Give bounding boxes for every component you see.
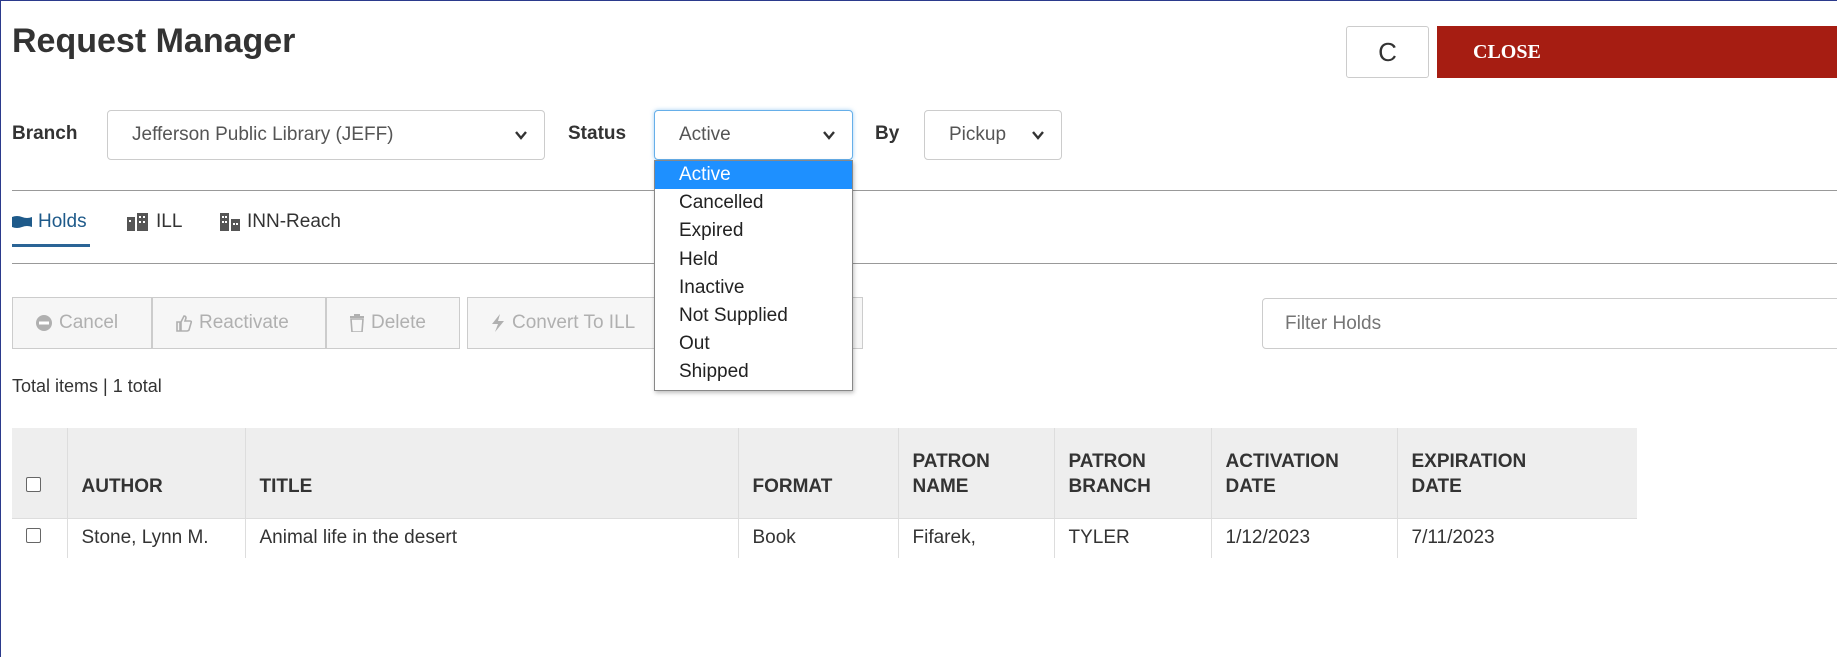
thumbs-up-icon: [176, 315, 193, 332]
tab-inn-reach-label: INN-Reach: [247, 211, 341, 232]
page-title: Request Manager: [12, 22, 296, 60]
cell-format: Book: [738, 517, 899, 558]
status-option-out[interactable]: Out: [655, 330, 852, 358]
status-option-not-supplied[interactable]: Not Supplied: [655, 302, 852, 330]
chevron-down-icon: [515, 131, 527, 140]
chevron-down-icon: [823, 131, 835, 140]
column-header-patron-name[interactable]: PATRON NAME: [898, 428, 1055, 518]
column-header-title[interactable]: TITLE: [245, 428, 739, 518]
delete-button[interactable]: Delete: [326, 297, 460, 349]
status-dropdown-list[interactable]: Active Cancelled Expired Held Inactive N…: [654, 160, 853, 391]
column-header-format[interactable]: FORMAT: [738, 428, 899, 518]
status-select[interactable]: Active: [654, 110, 853, 160]
cell-patron-branch: TYLER: [1054, 517, 1212, 558]
cell-title: Animal life in the desert: [245, 517, 739, 558]
table-row[interactable]: Stone, Lynn M. Animal life in the desert…: [12, 517, 1637, 558]
minus-circle-icon: [36, 315, 52, 331]
select-all-cell: [12, 428, 68, 518]
filter-holds-input[interactable]: [1262, 298, 1837, 349]
tab-inn-reach[interactable]: INN-Reach: [219, 211, 341, 233]
tab-ill-label: ILL: [156, 211, 183, 232]
reactivate-button[interactable]: Reactivate: [152, 297, 326, 349]
chevron-down-icon: [1032, 131, 1044, 140]
by-select-value: Pickup: [949, 124, 1007, 145]
delete-label: Delete: [371, 312, 426, 333]
lightning-icon: [492, 314, 504, 332]
by-label: By: [875, 123, 900, 144]
by-select[interactable]: Pickup: [924, 110, 1062, 160]
convert-to-ill-label: Convert To ILL: [512, 312, 636, 333]
divider: [12, 263, 1837, 264]
status-select-value: Active: [679, 124, 731, 145]
refresh-button[interactable]: C: [1346, 26, 1429, 78]
column-header-patron-name-label: PATRON NAME: [912, 451, 990, 497]
column-header-activation-date-label: ACTIVATION DATE: [1225, 451, 1339, 497]
branch-select-value: Jefferson Public Library (JEFF): [132, 124, 394, 145]
tab-holds[interactable]: Holds: [12, 211, 87, 233]
status-option-held[interactable]: Held: [655, 246, 852, 274]
building-network-icon: [220, 213, 240, 231]
cell-patron-name: Fifarek,: [898, 517, 1055, 558]
reactivate-label: Reactivate: [199, 312, 289, 333]
column-header-expiration-date-label: EXPIRATION DATE: [1411, 451, 1527, 497]
status-option-expired[interactable]: Expired: [655, 217, 852, 245]
status-option-shipped[interactable]: Shipped: [655, 358, 852, 386]
building-icon: [127, 213, 148, 231]
column-header-activation-date[interactable]: ACTIVATION DATE: [1211, 428, 1398, 518]
refresh-icon: C: [1378, 36, 1397, 67]
row-select-cell: [12, 517, 68, 558]
trash-icon: [350, 314, 364, 332]
select-all-checkbox[interactable]: [26, 476, 41, 492]
cancel-button[interactable]: Cancel: [12, 297, 152, 349]
total-items-summary: Total items | 1 total: [12, 376, 162, 396]
status-option-inactive[interactable]: Inactive: [655, 274, 852, 302]
cell-activation-date: 1/12/2023: [1211, 517, 1398, 558]
status-option-active[interactable]: Active: [655, 161, 852, 190]
row-checkbox[interactable]: [26, 528, 41, 544]
branch-label: Branch: [12, 123, 78, 144]
cell-expiration-date: 7/11/2023: [1397, 517, 1637, 558]
status-option-cancelled[interactable]: Cancelled: [655, 189, 852, 217]
status-label: Status: [568, 123, 627, 144]
column-header-patron-branch-label: PATRON BRANCH: [1068, 451, 1151, 497]
column-header-patron-branch[interactable]: PATRON BRANCH: [1054, 428, 1212, 518]
column-header-author[interactable]: AUTHOR: [67, 428, 246, 518]
active-tab-indicator: [12, 244, 90, 247]
branch-select[interactable]: Jefferson Public Library (JEFF): [107, 110, 545, 160]
cell-author: Stone, Lynn M.: [67, 517, 246, 558]
tab-ill[interactable]: ILL: [126, 211, 182, 233]
flag-icon: [12, 216, 32, 228]
table-header-row: AUTHOR TITLE FORMAT PATRON NAME PATRON B…: [12, 428, 1637, 518]
cancel-label: Cancel: [59, 312, 119, 333]
close-button[interactable]: CLOSE: [1437, 26, 1837, 78]
column-header-expiration-date[interactable]: EXPIRATION DATE: [1397, 428, 1637, 518]
tab-holds-label: Holds: [38, 211, 87, 232]
holds-table: AUTHOR TITLE FORMAT PATRON NAME PATRON B…: [12, 428, 1637, 558]
divider: [12, 190, 1837, 191]
